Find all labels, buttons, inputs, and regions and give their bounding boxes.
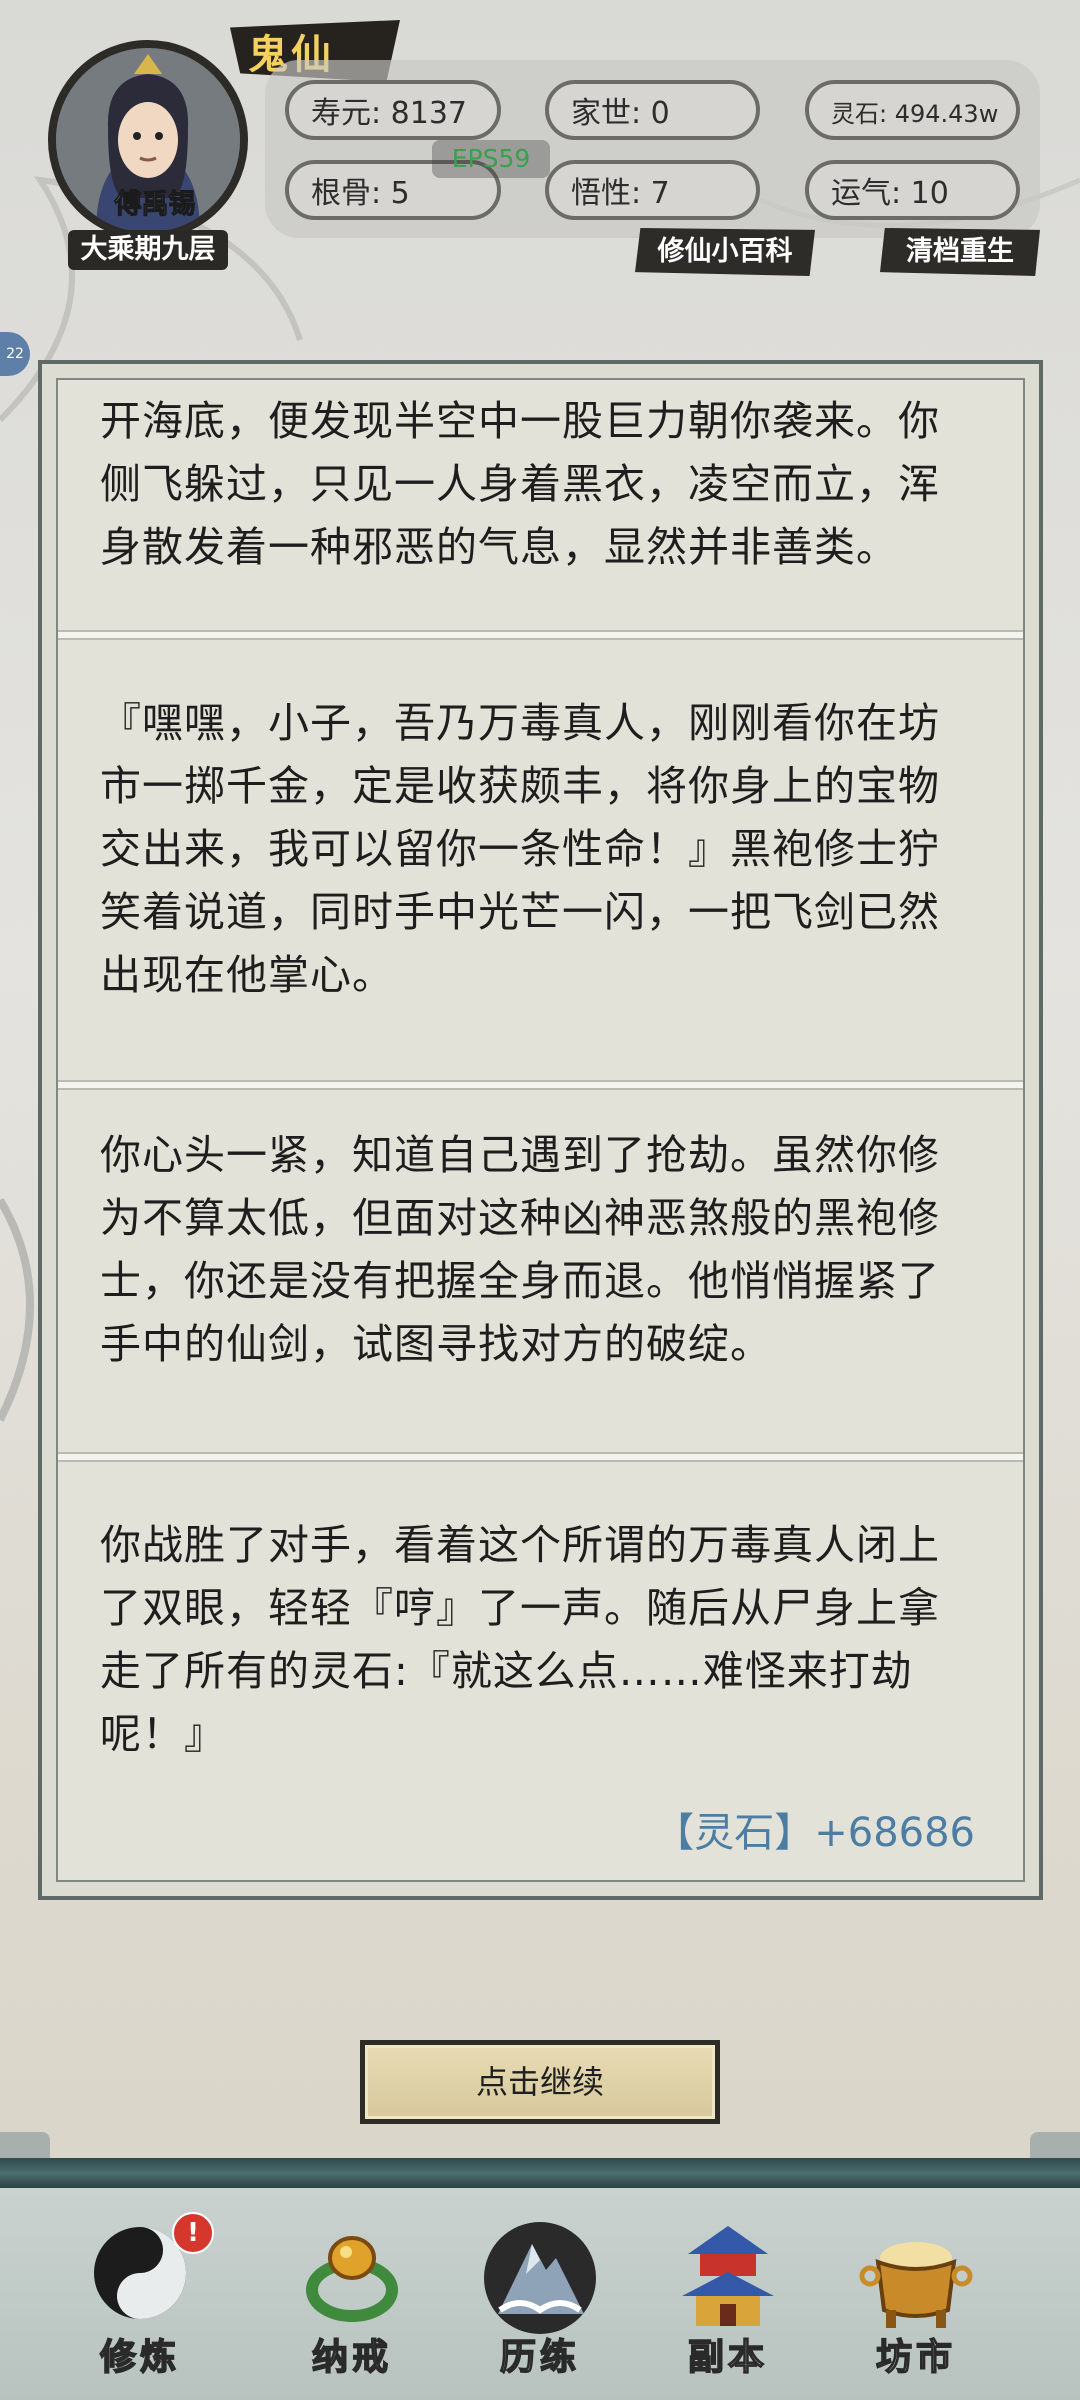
story-panel: 开海底，便发现半空中一股巨力朝你袭来。你侧飞躲过，只见一人身着黑衣，凌空而立，浑… [38,360,1043,1900]
nav-label: 纳戒 [311,2336,392,2379]
lifespan-stat: 寿元: 8137 [285,80,501,140]
nav-dungeon[interactable]: 副本 [648,2218,808,2388]
scroll-rod [0,2158,1080,2188]
reward-text: 【灵石】+68686 [654,1810,975,1856]
story-paragraph: 开海底，便发现半空中一股巨力朝你袭来。你侧飞躲过，只见一人身着黑衣，凌空而立，浑… [100,397,940,571]
story-paragraph: 你心头一紧，知道自己遇到了抢劫。虽然你修为不算太低，但面对这种凶神恶煞般的黑袍修… [100,1131,940,1368]
ring-icon [306,2236,398,2322]
paragraph-divider [58,630,1023,640]
nav-market[interactable]: 坊市 [836,2218,996,2388]
encyclopedia-button[interactable]: 修仙小百科 [635,228,815,276]
paragraph-divider [58,1080,1023,1090]
side-tab[interactable]: 22 [0,332,30,376]
nav-cultivate[interactable]: ! 修炼 [60,2212,220,2388]
alert-badge: ! [172,2212,214,2254]
insight-stat: 悟性: 7 [545,160,760,220]
story-paragraph: 『嘿嘿，小子，吾乃万毒真人，刚刚看你在坊市一掷千金，定是收获颇丰，将你身上的宝物… [100,699,940,999]
reset-save-button[interactable]: 清档重生 [880,228,1040,276]
fps-counter: EPS59 [432,140,550,178]
luck-stat: 运气: 10 [805,160,1020,220]
nav-adventure[interactable]: 历练 [460,2218,620,2388]
continue-button[interactable]: 点击继续 [360,2040,720,2124]
nav-ring[interactable]: 纳戒 [272,2218,432,2388]
story-paragraph: 你战胜了对手，看着这个所谓的万毒真人闭上了双眼，轻轻『哼』了一声。随后从尸身上拿… [100,1521,940,1758]
treasure-cauldron-icon [859,2242,973,2328]
pagoda-icon [682,2226,774,2326]
family-stat: 家世: 0 [545,80,760,140]
mountain-icon [484,2222,596,2334]
nav-label: 修炼 [99,2336,180,2379]
nav-label: 坊市 [875,2336,956,2379]
nav-label: 副本 [687,2336,768,2379]
story-content: 开海底，便发现半空中一股巨力朝你袭来。你侧飞躲过，只见一人身着黑衣，凌空而立，浑… [56,378,1025,1882]
nav-label: 历练 [499,2336,580,2379]
spirit-stone-stat: 灵石: 494.43w [805,80,1020,140]
bottom-nav: ! 修炼 纳戒 历练 副本 坊市 [0,2188,1080,2400]
character-name: 傅禹锡 [114,189,196,221]
paragraph-divider [58,1452,1023,1462]
realm-badge: 大乘期九层 [68,230,228,270]
